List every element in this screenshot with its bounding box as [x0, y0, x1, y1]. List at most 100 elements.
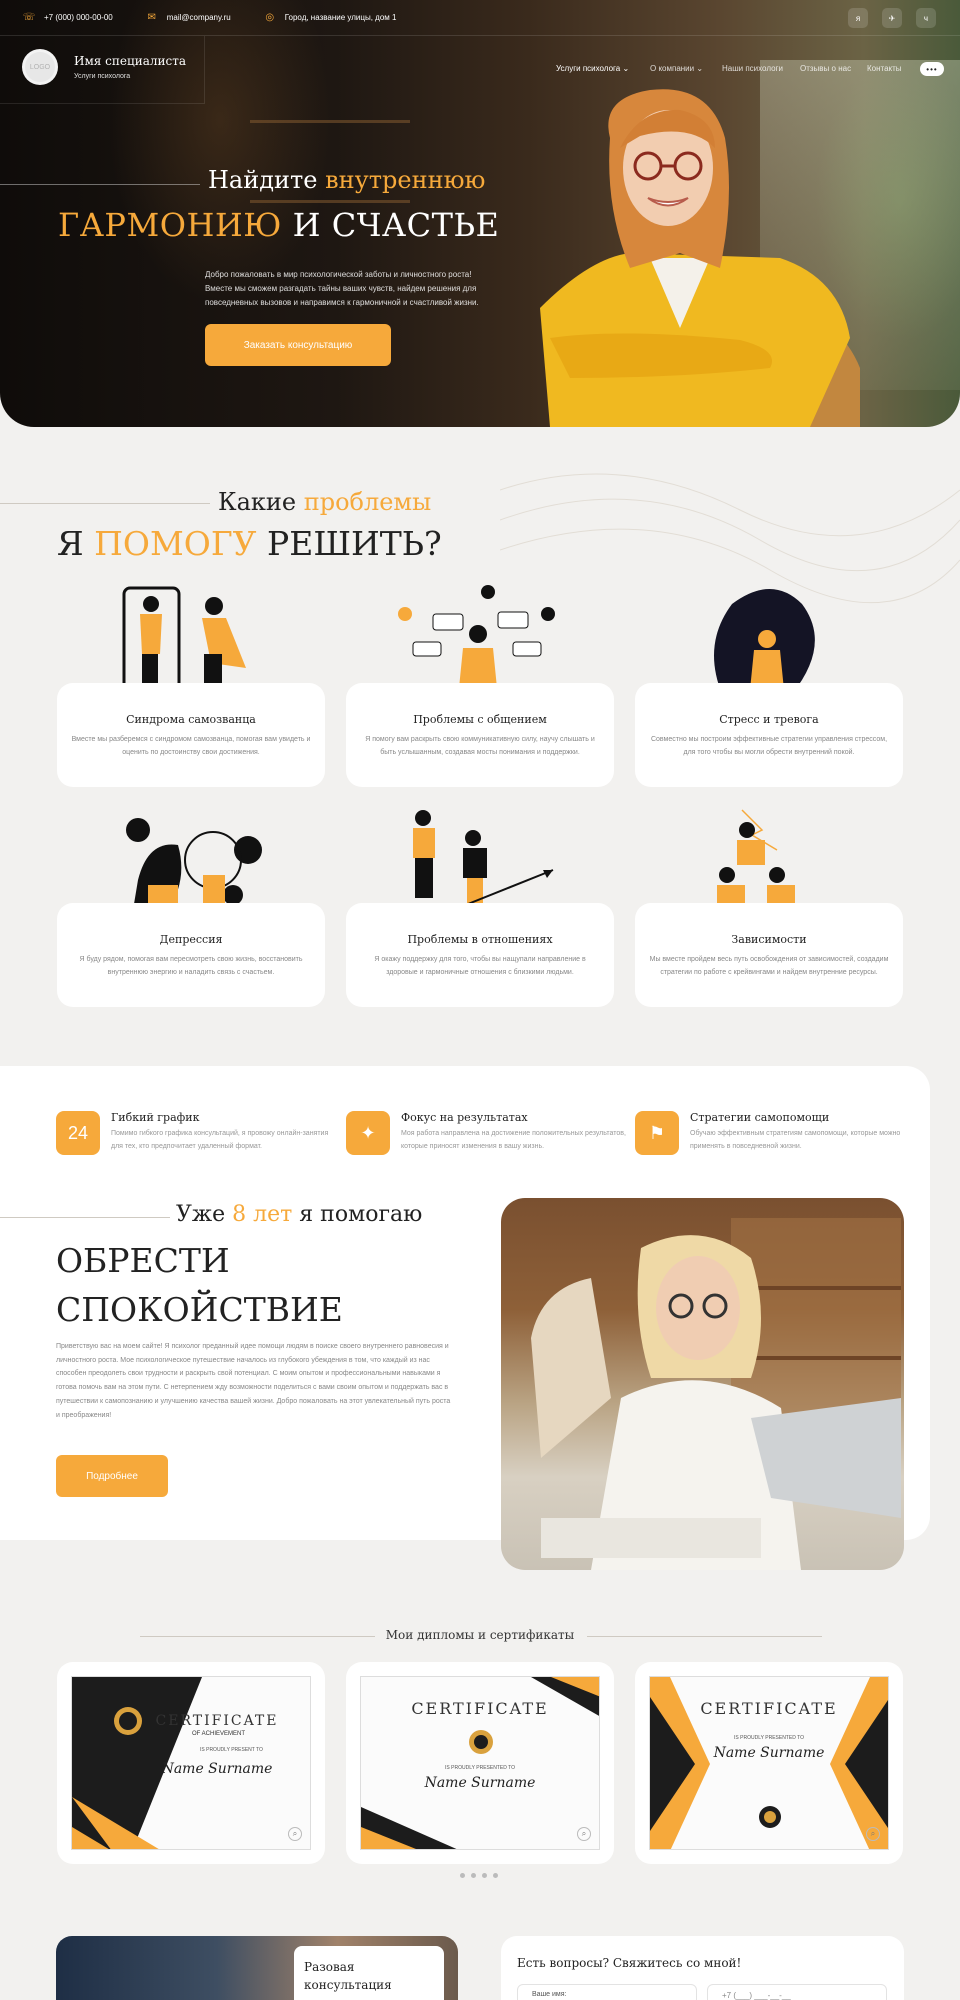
name-field[interactable]: Ваше имя:	[517, 1984, 697, 2000]
certificate-card-1[interactable]: CERTIFICATE OF ACHIEVEMENT IS PROUDLY PR…	[57, 1662, 325, 1864]
location-icon: ◎	[265, 12, 275, 23]
certificate-subtitle: OF ACHIEVEMENT	[192, 1731, 246, 1737]
feature-text: Моя работа направлена на достижение поло…	[401, 1130, 626, 1150]
certificate-presented: IS PROUDLY PRESENTED TO	[445, 1765, 515, 1771]
problem-card-text: Вместе мы разберемся с синдромом самозва…	[71, 736, 311, 756]
nav-contacts[interactable]: Контакты	[867, 64, 902, 73]
shelf	[250, 120, 410, 123]
clock-24-icon: 24	[56, 1111, 100, 1155]
problem-card-addiction[interactable]: Зависимости Мы вместе пройдем весь путь …	[635, 903, 903, 1007]
feature-title: Стратегии самопомощи	[690, 1111, 830, 1124]
section-divider	[0, 503, 210, 504]
nav-reviews[interactable]: Отзывы о нас	[800, 64, 851, 73]
strategy-icon: ⚑	[635, 1111, 679, 1155]
decorative-line	[0, 184, 200, 185]
problem-card-depression[interactable]: Депрессия Я буду рядом, помогая вам пере…	[57, 903, 325, 1007]
problem-card-title: Зависимости	[731, 933, 807, 946]
topbar-email[interactable]: ✉ mail@company.ru	[145, 11, 231, 25]
section-divider	[0, 1217, 170, 1218]
depression-illustration	[126, 818, 262, 913]
top-contact-bar: ☏ +7 (000) 000-00-00 ✉ mail@company.ru ◎…	[0, 0, 960, 36]
consultation-title: Разовая консультация	[304, 1960, 392, 1992]
certificate-title: CERTIFICATE	[700, 1699, 838, 1718]
certificate-title: CERTIFICATE	[411, 1699, 549, 1718]
nav-about[interactable]: О компании ⌄	[650, 64, 703, 73]
certificate-image: CERTIFICATE OF ACHIEVEMENT IS PROUDLY PR…	[71, 1676, 311, 1850]
nav-psychologists[interactable]: Наши психологи	[722, 64, 783, 73]
about-title-line2: ОБРЕСТИ СПОКОЙСТВИЕ	[56, 1241, 343, 1329]
problem-card-relationships[interactable]: Проблемы в отношениях Я окажу поддержку …	[346, 903, 614, 1007]
problem-card-text: Мы вместе пройдем весь путь освобождения…	[649, 956, 889, 976]
carousel-dot[interactable]	[460, 1873, 465, 1878]
specialist-name: Имя специалиста	[74, 54, 187, 68]
specialist-subtitle: Услуги психолога	[74, 73, 131, 80]
problem-card-text: Я буду рядом, помогая вам пересмотреть с…	[79, 956, 303, 976]
problem-card-communication[interactable]: Проблемы с общением Я помогу вам раскрыт…	[346, 683, 614, 787]
certificate-card-3[interactable]: CERTIFICATE IS PROUDLY PRESENTED TO Name…	[635, 1662, 903, 1864]
certificates-heading: Мои дипломы и сертификаты	[385, 1628, 575, 1642]
problem-card-title: Синдрома самозванца	[126, 713, 256, 726]
more-details-button[interactable]: Подробнее	[56, 1455, 168, 1497]
hero-photo-woman	[540, 89, 860, 427]
phone-field[interactable]: +7 (___) ___-__-__	[707, 1984, 887, 2000]
hero-title-line1: Найдите внутреннюю	[208, 166, 486, 194]
problem-card-title: Проблемы с общением	[413, 713, 547, 726]
topbar-phone[interactable]: ☏ +7 (000) 000-00-00	[22, 11, 113, 25]
problem-card-title: Депрессия	[159, 933, 223, 946]
problems-title-line2: Я ПОМОГУ РЕШИТЬ?	[57, 524, 442, 563]
problem-card-text: Я окажу поддержку для того, чтобы вы нащ…	[374, 956, 586, 976]
viber-social-button[interactable]: ч	[916, 8, 936, 28]
hero-title-line2: ГАРМОНИЮ И СЧАСТЬЕ	[58, 206, 500, 244]
nav-services[interactable]: Услуги психолога ⌄	[556, 64, 629, 73]
mail-icon: ✉	[147, 12, 156, 23]
feature-text: Помимо гибкого графика консультаций, я п…	[111, 1130, 329, 1150]
topbar-address: ◎ Город, название улицы, дом 1	[263, 11, 396, 25]
site-header: LOGO Имя специалиста Услуги психолога Ус…	[0, 36, 960, 104]
certificate-name: Name Surname	[424, 1775, 536, 1791]
certificate-presented: IS PROUDLY PRESENT TO	[200, 1747, 263, 1753]
certificate-card-2[interactable]: CERTIFICATE IS PROUDLY PRESENTED TO Name…	[346, 1662, 614, 1864]
certificate-image: CERTIFICATE IS PROUDLY PRESENTED TO Name…	[360, 1676, 600, 1850]
feature-title: Гибкий график	[111, 1111, 200, 1124]
addiction-illustration	[717, 809, 795, 910]
about-photo	[501, 1198, 904, 1570]
order-consultation-button[interactable]: Заказать консультацию	[205, 324, 391, 366]
logo[interactable]: LOGO	[22, 49, 58, 85]
problem-card-title: Стресс и тревога	[719, 713, 819, 726]
certificate-name: Name Surname	[713, 1745, 825, 1761]
about-title-line1: Уже 8 лет я помогаю	[176, 1202, 423, 1227]
problem-card-title: Проблемы в отношениях	[407, 933, 553, 946]
yandex-social-button[interactable]: я	[848, 8, 868, 28]
problems-title-line1: Какие проблемы	[218, 488, 432, 516]
consultation-box[interactable]: Разовая консультация	[294, 1946, 444, 2000]
head-focus-icon: ✦	[346, 1111, 390, 1155]
psychologist-photo	[531, 1218, 901, 1570]
certificate-presented: IS PROUDLY PRESENTED TO	[734, 1735, 804, 1741]
contact-form: Есть вопросы? Свяжитесь со мной! Ваше им…	[501, 1936, 904, 2000]
problem-card-stress[interactable]: Стресс и тревога Совместно мы построим э…	[635, 683, 903, 787]
name-field-label: Ваше имя:	[532, 1991, 567, 1998]
zoom-icon[interactable]: ⌕	[288, 1827, 302, 1841]
problem-card-text: Совместно мы построим эффективные страте…	[650, 736, 888, 756]
feature-title: Фокус на результатах	[401, 1111, 528, 1124]
feature-text: Обучаю эффективным стратегиям самопомощи…	[690, 1130, 901, 1150]
relationships-illustration	[413, 810, 554, 912]
zoom-icon[interactable]: ⌕	[577, 1827, 591, 1841]
carousel-pagination	[460, 1873, 498, 1878]
certificate-name: Name Surname	[161, 1761, 273, 1777]
carousel-dot[interactable]	[482, 1873, 487, 1878]
contact-form-title: Есть вопросы? Свяжитесь со мной!	[517, 1956, 742, 1970]
zoom-icon[interactable]: ⌕	[866, 1827, 880, 1841]
problem-card-impostor[interactable]: Синдрома самозванца Вместе мы разберемся…	[57, 683, 325, 787]
shelf	[250, 200, 410, 203]
certificate-title: CERTIFICATE	[155, 1713, 279, 1729]
telegram-social-button[interactable]: ✈	[882, 8, 902, 28]
phone-icon: ☏	[22, 12, 36, 23]
more-menu-button[interactable]: •••	[920, 62, 944, 76]
hero-description: Добро пожаловать в мир психологической з…	[205, 270, 479, 307]
brand: Имя специалиста Услуги психолога	[74, 54, 186, 80]
carousel-dot[interactable]	[471, 1873, 476, 1878]
problem-card-text: Я помогу вам раскрыть свою коммуникативн…	[365, 736, 595, 756]
carousel-dot[interactable]	[493, 1873, 498, 1878]
about-description: Приветствую вас на моем сайте! Я психоло…	[56, 1343, 451, 1419]
